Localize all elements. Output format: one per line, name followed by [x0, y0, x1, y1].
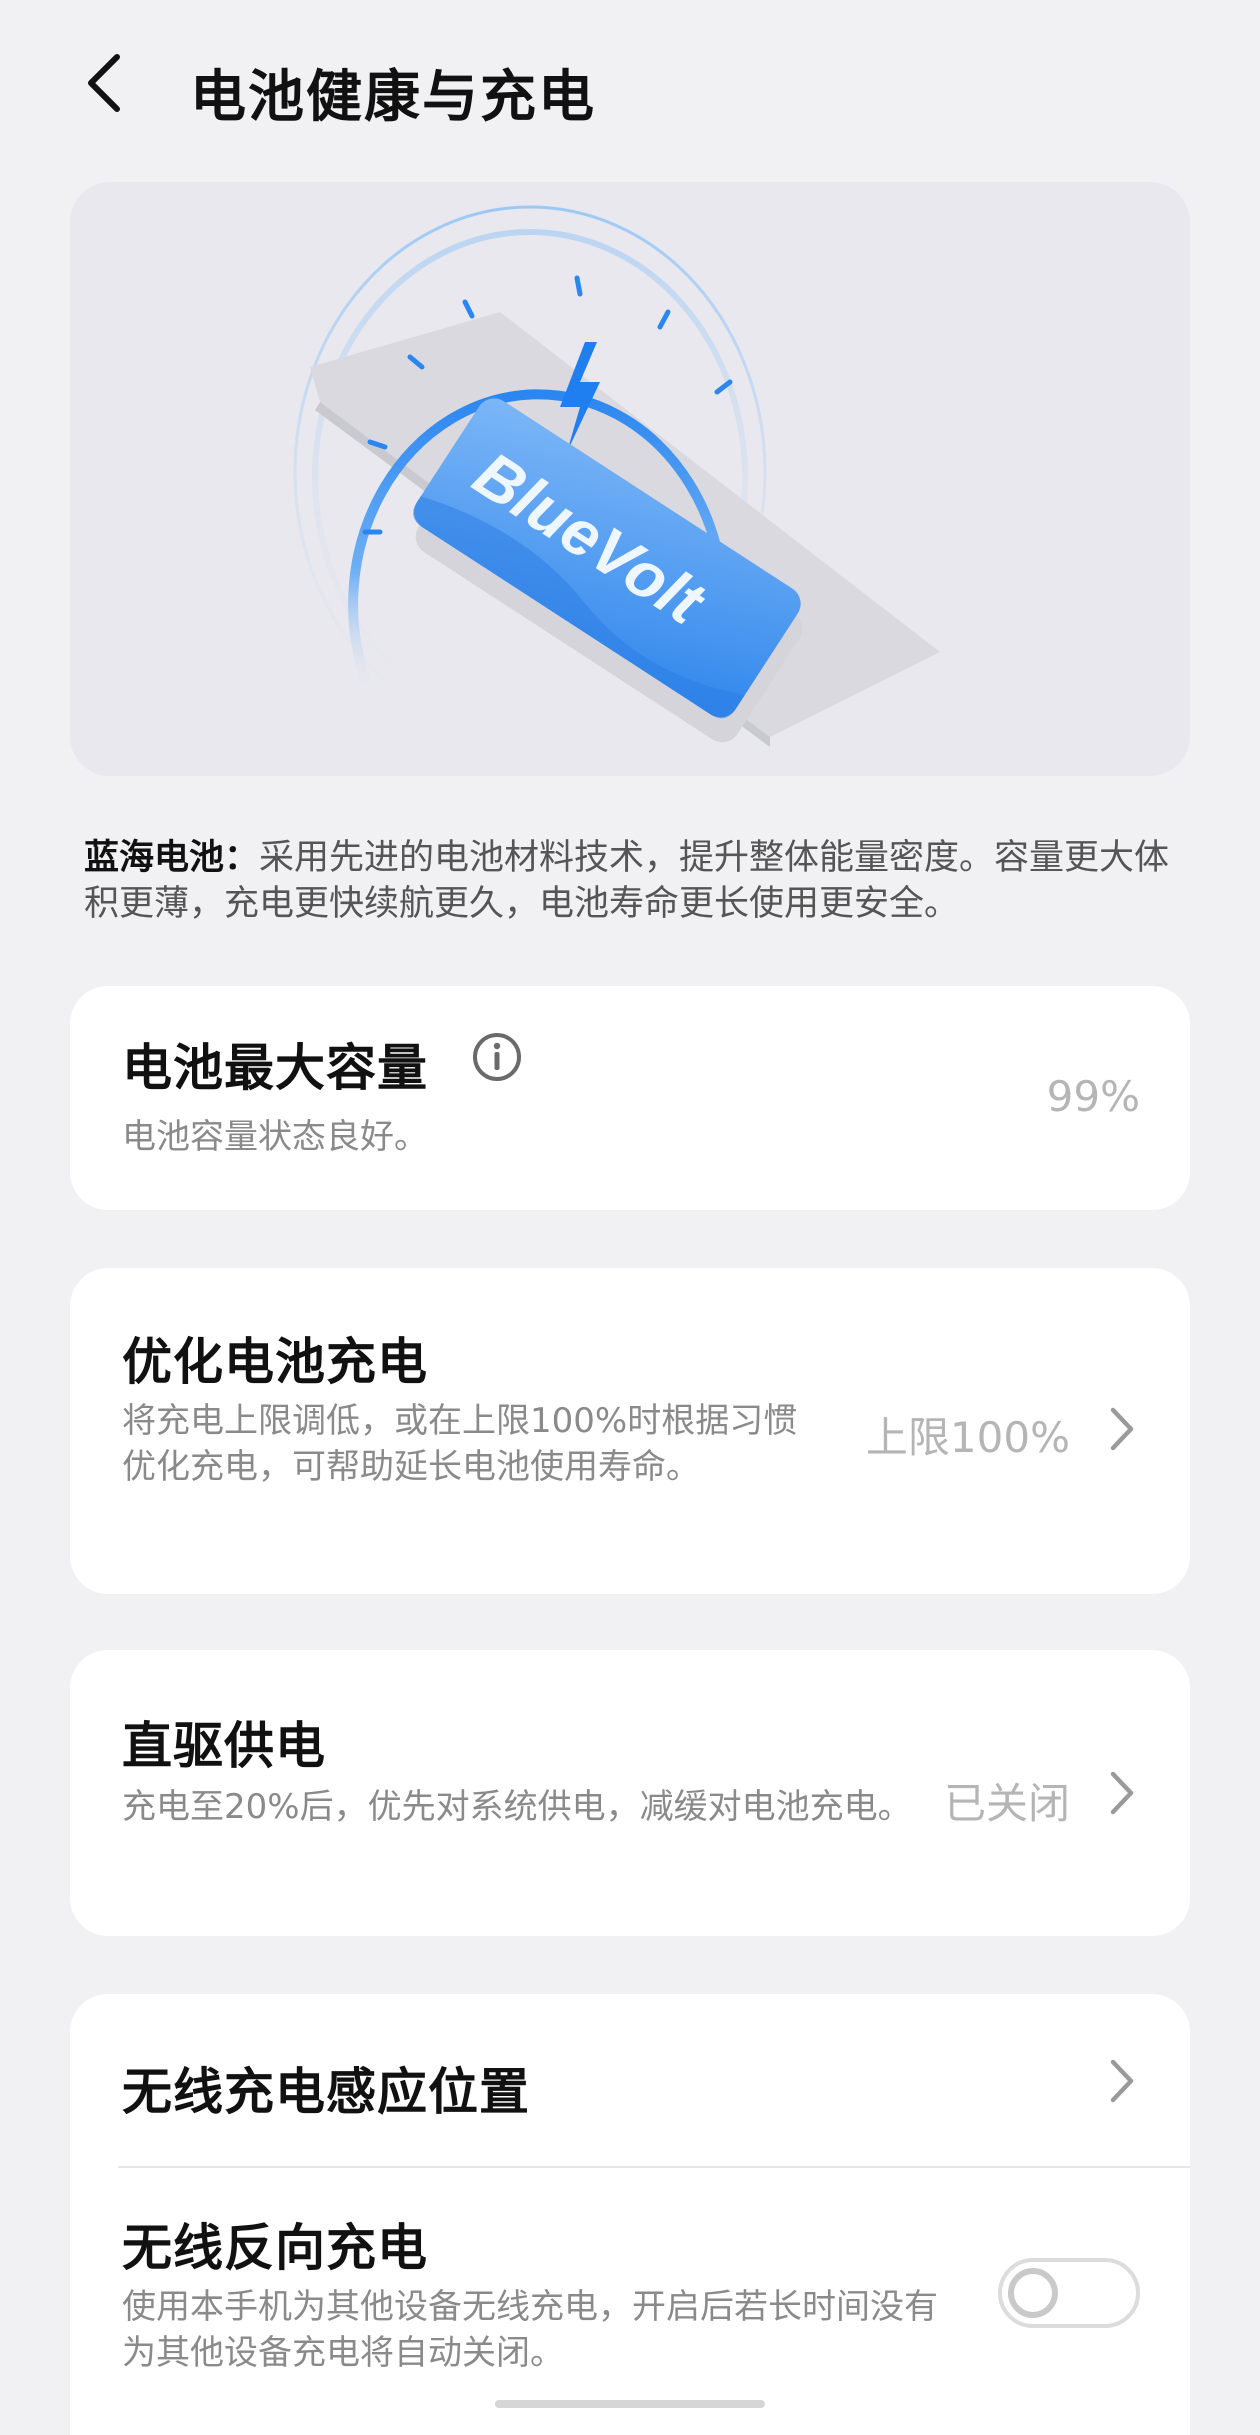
battery-capacity-subtitle: 电池容量状态良好。 [122, 1117, 428, 1157]
wireless-charging-card: 无线充电感应位置 无线反向充电 使用本手机为其他设备无线充电，开启后若长时间没有… [70, 1994, 1190, 2435]
battery-capacity-card[interactable]: 电池最大容量 电池容量状态良好。 99% [70, 986, 1190, 1210]
direct-power-card[interactable]: 直驱供电 充电至20%后，优先对系统供电，减缓对电池充电。 已关闭 [70, 1650, 1190, 1936]
battery-health-page: 电池健康与充电 BlueVolt 蓝海电池：采用先进的电池材料技术，提升整体能量… [0, 0, 1260, 2435]
wireless-position-title: 无线充电感应位置 [122, 2063, 530, 2121]
page-title: 电池健康与充电 [190, 65, 596, 130]
info-icon[interactable] [472, 1032, 522, 1082]
back-button[interactable] [70, 48, 140, 118]
direct-power-value: 已关闭 [943, 1779, 1070, 1828]
optimized-charging-value: 上限100% [865, 1413, 1070, 1462]
wireless-reverse-toggle[interactable] [998, 2258, 1140, 2328]
wireless-reverse-title: 无线反向充电 [122, 2219, 428, 2277]
chevron-left-icon [88, 54, 120, 112]
chevron-right-icon [1102, 1404, 1142, 1454]
battery-description: 蓝海电池：采用先进的电池材料技术，提升整体能量密度。容量更大体积更薄，充电更快续… [84, 835, 1174, 927]
header: 电池健康与充电 [0, 30, 1260, 140]
home-indicator[interactable] [495, 2400, 765, 2408]
toggle-knob [1008, 2268, 1058, 2318]
optimized-charging-title: 优化电池充电 [122, 1333, 428, 1391]
hero-illustration: BlueVolt [70, 182, 1190, 776]
direct-power-subtitle: 充电至20%后，优先对系统供电，减缓对电池充电。 [122, 1787, 912, 1827]
optimized-charging-subtitle: 将充电上限调低，或在上限100%时根据习惯优化充电，可帮助延长电池使用寿命。 [122, 1401, 798, 1487]
bluevolt-battery-illustration: BlueVolt [293, 205, 940, 747]
wireless-reverse-row: 无线反向充电 使用本手机为其他设备无线充电，开启后若长时间没有为其他设备充电将自… [70, 2168, 1190, 2435]
wireless-reverse-subtitle: 使用本手机为其他设备无线充电，开启后若长时间没有为其他设备充电将自动关闭。 [122, 2287, 938, 2373]
battery-capacity-title: 电池最大容量 [122, 1039, 428, 1097]
chevron-right-icon [1102, 2056, 1142, 2106]
chevron-right-icon [1102, 1768, 1142, 1818]
description-label: 蓝海电池： [84, 838, 260, 878]
wireless-position-row[interactable]: 无线充电感应位置 [70, 1994, 1190, 2166]
direct-power-title: 直驱供电 [122, 1717, 326, 1775]
battery-capacity-value: 99% [1046, 1072, 1140, 1121]
optimized-charging-card[interactable]: 优化电池充电 将充电上限调低，或在上限100%时根据习惯优化充电，可帮助延长电池… [70, 1268, 1190, 1594]
